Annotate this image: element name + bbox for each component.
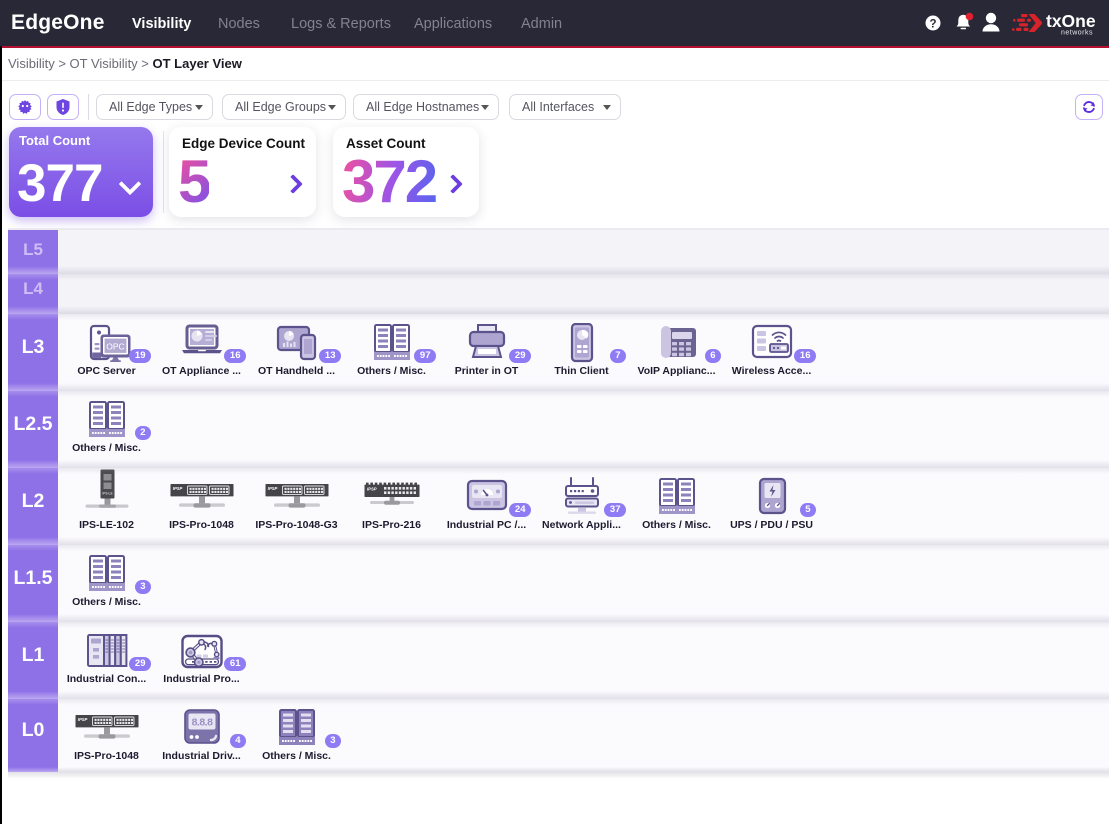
svg-text:?: ?	[929, 19, 936, 31]
svg-text:networks: networks	[1061, 30, 1093, 37]
svg-text:txOne: txOne	[1046, 11, 1096, 31]
